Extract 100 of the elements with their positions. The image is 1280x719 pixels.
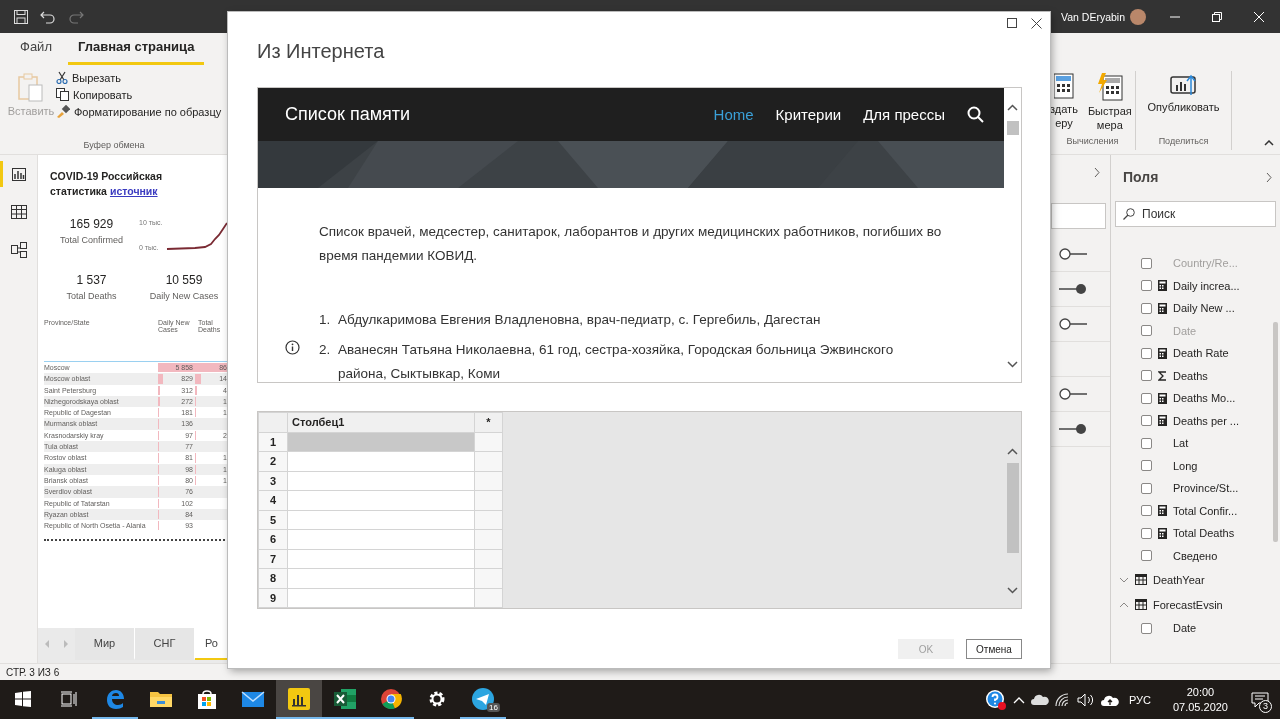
clock[interactable]: 20:00 07.05.2020 — [1166, 684, 1234, 715]
checkbox[interactable] — [1141, 622, 1152, 634]
undo-icon[interactable] — [40, 9, 56, 24]
cloud-upload-icon[interactable] — [1100, 693, 1119, 706]
cancel-button[interactable]: Отмена — [966, 639, 1022, 659]
table-name[interactable]: DeathYear — [1153, 573, 1205, 586]
scroll-up-icon[interactable] — [1007, 104, 1018, 111]
redo-icon[interactable] — [68, 9, 84, 24]
scroll-down-icon[interactable] — [1007, 587, 1018, 594]
toggle-switch[interactable] — [1059, 423, 1087, 435]
table-cell[interactable] — [287, 568, 475, 588]
restore-icon[interactable] — [1212, 11, 1222, 22]
avatar[interactable] — [1130, 8, 1146, 25]
field-name[interactable]: Lat — [1173, 437, 1189, 450]
kpi-label: Daily New Cases — [149, 291, 219, 301]
ribbon-tab[interactable]: Главная страница — [67, 39, 205, 65]
checkbox[interactable] — [1141, 550, 1152, 562]
quick-measure-button[interactable]: Быстрая мера — [1084, 73, 1135, 136]
scrollbar-thumb[interactable] — [1006, 121, 1019, 135]
checkbox[interactable] — [1141, 482, 1152, 494]
site-title[interactable]: Список памяти — [285, 104, 411, 125]
toggle-switch[interactable] — [1059, 318, 1087, 330]
scrollbar[interactable] — [1273, 322, 1278, 542]
scroll-down-icon[interactable] — [1007, 361, 1018, 368]
field-name[interactable]: Total Confir... — [1173, 504, 1238, 517]
table-cell[interactable] — [287, 529, 475, 549]
field-name[interactable]: Death Rate — [1173, 347, 1229, 360]
nav-link[interactable]: Для прессы — [863, 106, 945, 123]
notifications-icon[interactable] — [1251, 691, 1269, 708]
field-name[interactable]: Long — [1173, 459, 1198, 472]
field-name[interactable]: Deaths — [1173, 369, 1208, 382]
paintbrush-icon — [56, 105, 70, 118]
scroll-up-icon[interactable] — [1007, 448, 1018, 455]
language-indicator[interactable]: РУС — [1128, 693, 1151, 706]
checkbox[interactable] — [1141, 302, 1152, 314]
checkbox[interactable] — [1141, 415, 1152, 427]
checkbox[interactable] — [1141, 527, 1152, 539]
info-icon[interactable] — [285, 340, 300, 355]
checkbox[interactable] — [1141, 370, 1152, 382]
checkbox[interactable] — [1141, 460, 1152, 472]
column-header[interactable]: Столбец1 — [287, 412, 475, 432]
table-cell[interactable] — [287, 588, 475, 608]
chevron-right-icon[interactable] — [1266, 171, 1272, 183]
column-header[interactable]: * — [474, 412, 503, 432]
field-name[interactable]: Date — [1173, 622, 1197, 635]
page-tab[interactable]: СНГ — [135, 628, 195, 660]
search-field[interactable]: Поиск — [1115, 201, 1276, 227]
checkbox[interactable] — [1141, 505, 1152, 517]
scrollbar-thumb[interactable] — [1006, 463, 1019, 553]
close-icon[interactable] — [1031, 18, 1042, 29]
table-cell[interactable] — [287, 471, 475, 491]
chart-upload-icon — [1169, 73, 1198, 97]
field-name[interactable]: Daily New ... — [1173, 302, 1235, 315]
cloud-icon[interactable] — [1030, 694, 1049, 705]
page-tab[interactable]: Мир — [75, 628, 135, 660]
nav-link[interactable]: Home — [713, 106, 754, 123]
search-field[interactable] — [1051, 203, 1106, 229]
envelope-icon — [241, 688, 265, 709]
toggle-switch[interactable] — [1059, 388, 1087, 400]
badge: 16 — [487, 703, 500, 712]
windows-logo-icon[interactable] — [15, 690, 31, 707]
cut-button[interactable]: Вырезать — [56, 71, 222, 84]
ribbon-tab[interactable]: Файл — [10, 39, 62, 65]
field-name[interactable]: Deaths Mo... — [1173, 392, 1236, 405]
copy-button[interactable]: Копировать — [56, 88, 222, 101]
table-cell[interactable] — [287, 549, 475, 569]
table-name[interactable]: ForecastEvsin — [1153, 598, 1223, 611]
copy-icon — [56, 88, 69, 101]
chevron-down-icon[interactable] — [1119, 576, 1129, 583]
checkbox[interactable] — [1141, 257, 1152, 269]
checkbox[interactable] — [1141, 437, 1152, 449]
table-icon — [10, 205, 27, 219]
toggle-switch[interactable] — [1059, 248, 1087, 260]
publish-button[interactable]: Опубликовать — [1144, 73, 1223, 136]
nav-link[interactable]: Критерии — [775, 106, 842, 123]
field-name[interactable]: Total Deaths — [1173, 527, 1235, 540]
maximize-icon[interactable] — [1007, 18, 1017, 28]
checkbox[interactable] — [1141, 280, 1152, 292]
chevron-right-icon[interactable] — [1094, 167, 1100, 178]
table-cell[interactable] — [287, 451, 475, 471]
field-name[interactable]: Deaths per ... — [1173, 414, 1240, 427]
checkbox[interactable] — [1141, 392, 1152, 404]
field-name[interactable]: Daily increa... — [1173, 279, 1240, 292]
source-link[interactable]: источник — [109, 185, 158, 197]
taskbar-app-button[interactable]: 16 — [460, 680, 506, 719]
table-cell[interactable] — [287, 510, 475, 530]
field-name[interactable]: Province/St... — [1173, 482, 1239, 495]
search-icon[interactable] — [967, 106, 984, 123]
format-painter-button[interactable]: Форматирование по образцу — [56, 105, 222, 118]
wifi-icon[interactable] — [1054, 692, 1071, 707]
taskbar-app-button[interactable] — [276, 680, 322, 719]
checkbox[interactable] — [1141, 325, 1152, 337]
field-name[interactable]: Сведено — [1173, 549, 1218, 562]
table-cell[interactable] — [287, 490, 475, 510]
checkbox[interactable] — [1141, 347, 1152, 359]
help-icon[interactable] — [984, 688, 1007, 711]
volume-icon[interactable] — [1076, 692, 1095, 707]
toggle-switch[interactable] — [1059, 283, 1087, 295]
save-icon[interactable] — [14, 9, 28, 24]
task-view-icon[interactable] — [61, 690, 77, 707]
